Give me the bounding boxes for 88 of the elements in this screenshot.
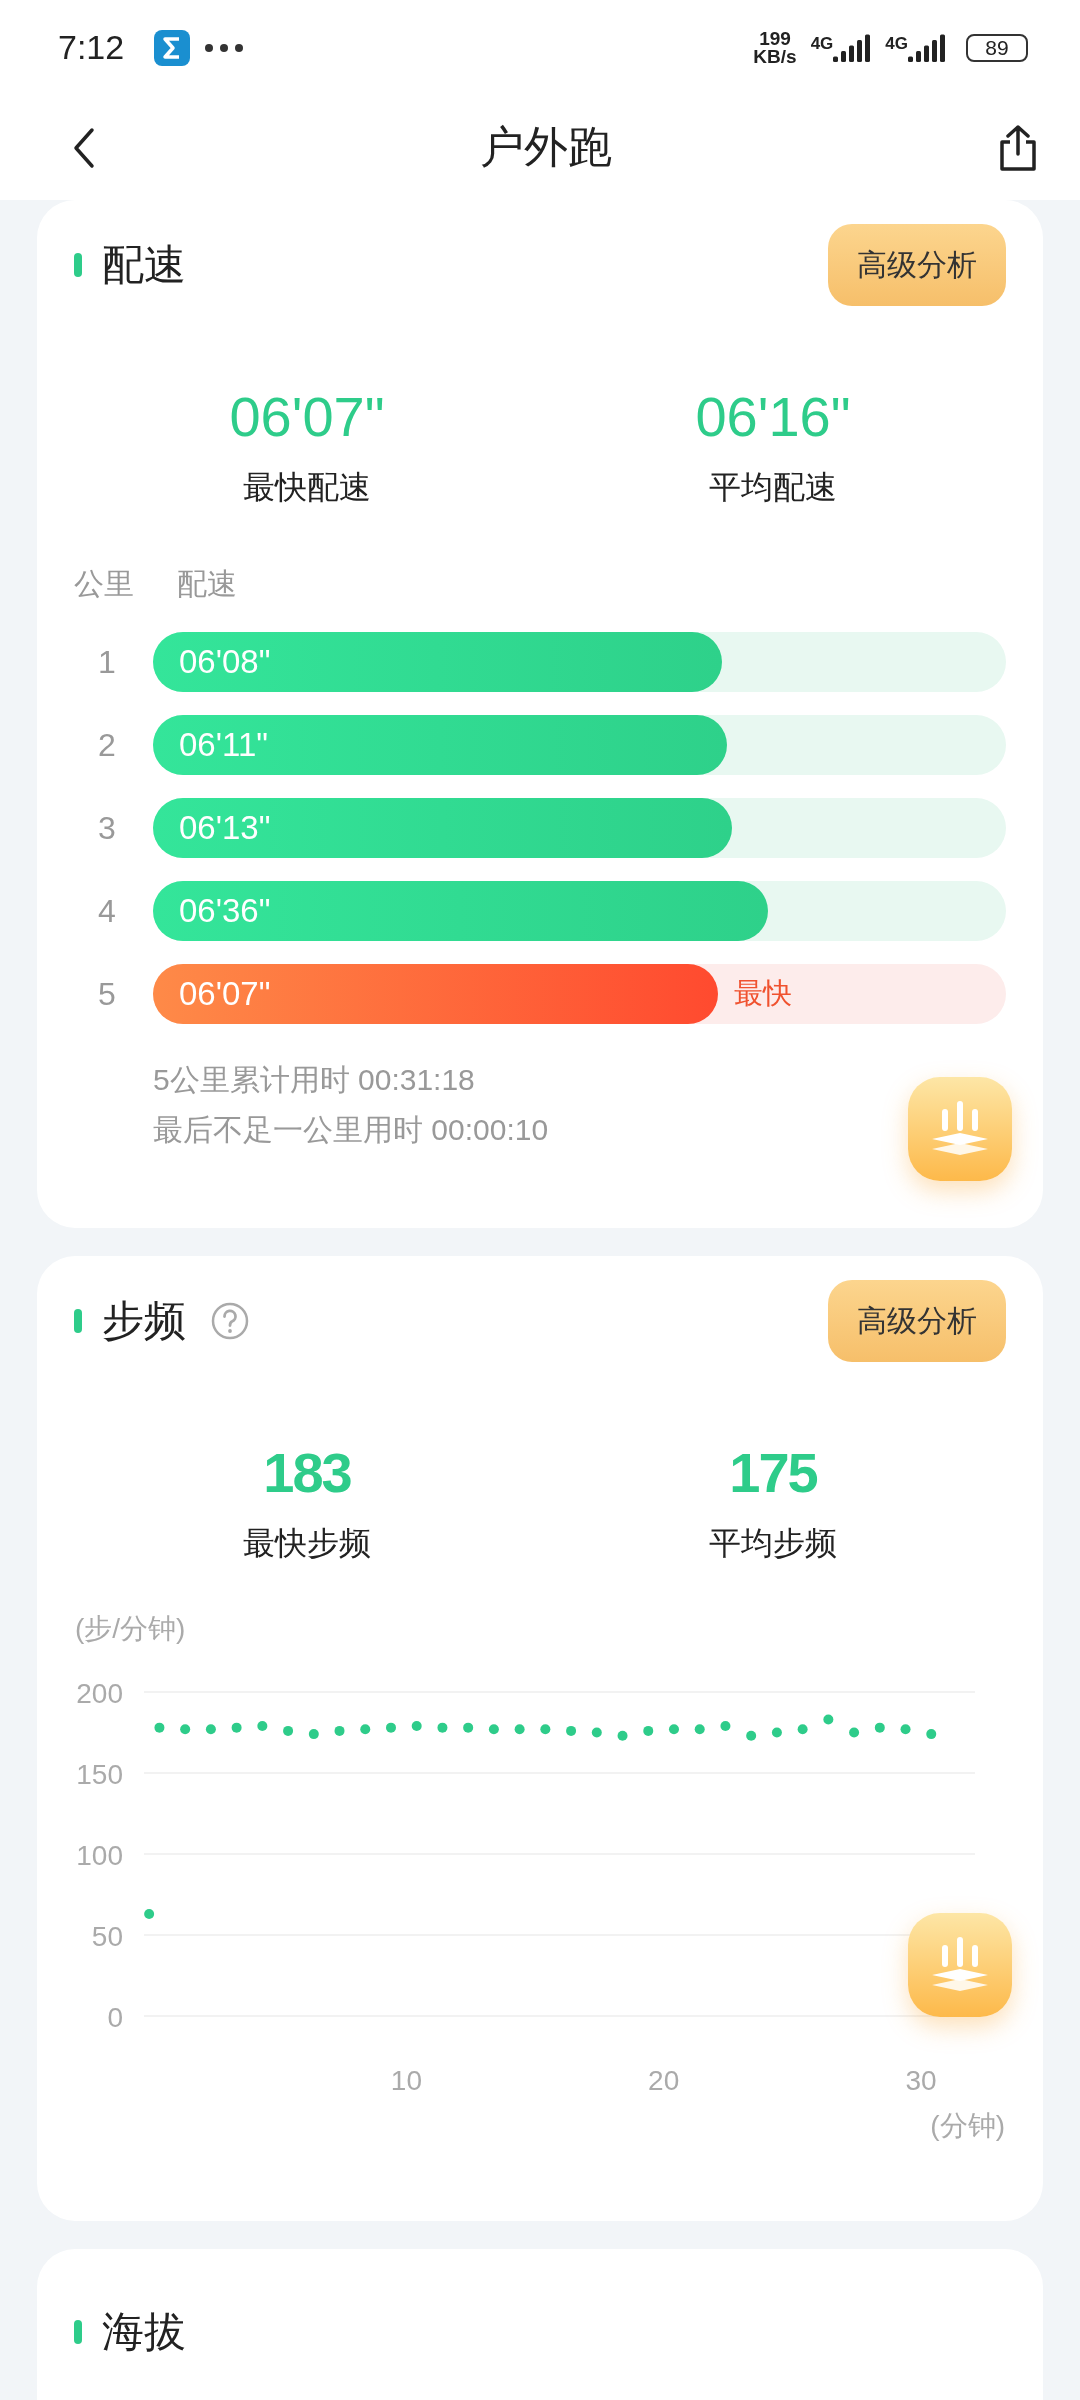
x-tick-label: 10 bbox=[390, 2065, 422, 2096]
pace-value: 06'07" bbox=[178, 975, 271, 1013]
km-number: 2 bbox=[97, 726, 117, 764]
x-tick-label: 20 bbox=[648, 2065, 680, 2096]
network-type: 4G bbox=[810, 33, 834, 54]
data-point bbox=[154, 1722, 165, 1733]
y-tick-label: 100 bbox=[76, 1840, 123, 1871]
data-point bbox=[144, 1908, 155, 1919]
title-marker bbox=[74, 253, 82, 277]
data-point bbox=[488, 1724, 499, 1735]
data-point bbox=[823, 1714, 834, 1725]
floating-button[interactable] bbox=[908, 1913, 1012, 2017]
data-point bbox=[205, 1724, 216, 1735]
y-tick-label: 0 bbox=[107, 2002, 123, 2033]
signal-icon bbox=[833, 33, 872, 62]
net-speed-unit: KB/s bbox=[753, 47, 797, 66]
data-point bbox=[900, 1724, 911, 1735]
data-point bbox=[720, 1721, 731, 1731]
data-point bbox=[437, 1722, 448, 1733]
km-number: 5 bbox=[97, 975, 117, 1013]
data-point bbox=[308, 1729, 319, 1740]
y-tick-label: 200 bbox=[76, 1678, 123, 1709]
fastest-label: 最快 bbox=[733, 976, 792, 1011]
stat-label: 最快步频 bbox=[243, 1524, 371, 1563]
stat-value: 06'07" bbox=[229, 384, 385, 450]
km-number: 4 bbox=[97, 892, 117, 930]
stat-label: 平均步频 bbox=[709, 1524, 837, 1563]
y-tick-label: 150 bbox=[76, 1759, 123, 1790]
stat-label: 最快配速 bbox=[243, 468, 371, 507]
data-point bbox=[334, 1725, 345, 1736]
advanced-analysis-button[interactable]: 高级分析 bbox=[828, 1280, 1006, 1362]
help-icon[interactable] bbox=[210, 1301, 250, 1341]
column-header: 公里 bbox=[74, 566, 135, 602]
data-point bbox=[566, 1725, 577, 1736]
data-point bbox=[180, 1724, 191, 1735]
back-icon[interactable] bbox=[72, 126, 96, 169]
floating-button[interactable] bbox=[908, 1077, 1012, 1181]
data-point bbox=[849, 1727, 860, 1738]
x-tick-label: 30 bbox=[905, 2065, 937, 2096]
data-point bbox=[231, 1722, 242, 1733]
battery-level: 89 bbox=[985, 35, 1009, 60]
section-title: 配速 bbox=[102, 240, 186, 290]
data-point bbox=[463, 1722, 474, 1733]
data-point bbox=[540, 1724, 551, 1735]
summary-text: 最后不足一公里用时 00:00:10 bbox=[153, 1112, 549, 1148]
data-point bbox=[926, 1729, 937, 1740]
pace-value: 06'11" bbox=[178, 726, 268, 764]
pace-value: 06'36" bbox=[178, 892, 271, 930]
data-point bbox=[746, 1730, 757, 1741]
pace-value: 06'13" bbox=[178, 809, 271, 847]
net-speed-value: 199 bbox=[759, 29, 791, 48]
signal-icon bbox=[908, 33, 946, 62]
data-point bbox=[514, 1724, 525, 1735]
page-title: 户外跑 bbox=[480, 121, 612, 173]
data-point bbox=[643, 1725, 654, 1736]
stat-value: 175 bbox=[729, 1440, 817, 1506]
data-point bbox=[591, 1727, 602, 1738]
stat-value: 183 bbox=[263, 1440, 351, 1506]
title-marker bbox=[74, 2320, 82, 2344]
advanced-analysis-button[interactable]: 高级分析 bbox=[828, 224, 1006, 306]
sigma-app-icon bbox=[154, 29, 191, 66]
network-type: 4G bbox=[885, 33, 908, 54]
status-time: 7:12 bbox=[58, 28, 125, 67]
data-point bbox=[617, 1730, 628, 1741]
more-icon bbox=[204, 42, 245, 53]
data-point bbox=[411, 1721, 422, 1731]
section-title: 海拔 bbox=[102, 2307, 186, 2357]
stat-label: 平均配速 bbox=[709, 468, 837, 507]
data-point bbox=[386, 1722, 396, 1733]
data-point bbox=[283, 1725, 294, 1736]
column-header: 配速 bbox=[177, 566, 237, 602]
pace-value: 06'08" bbox=[178, 643, 271, 681]
y-tick-label: 50 bbox=[91, 1921, 123, 1952]
data-point bbox=[360, 1724, 371, 1735]
y-axis-unit: (步/分钟) bbox=[75, 1613, 186, 1644]
section-title: 步频 bbox=[102, 1296, 186, 1346]
x-axis-unit: (分钟) bbox=[930, 2110, 1005, 2141]
km-number: 3 bbox=[97, 809, 117, 847]
data-point bbox=[669, 1724, 679, 1735]
data-point bbox=[694, 1724, 705, 1735]
summary-text: 5公里累计用时 00:31:18 bbox=[153, 1062, 475, 1098]
data-point bbox=[874, 1722, 885, 1733]
stat-value: 06'16" bbox=[695, 384, 851, 450]
data-point bbox=[797, 1724, 808, 1735]
data-point bbox=[771, 1727, 782, 1738]
data-point bbox=[257, 1721, 268, 1731]
km-number: 1 bbox=[97, 643, 117, 681]
title-marker bbox=[74, 1309, 82, 1333]
